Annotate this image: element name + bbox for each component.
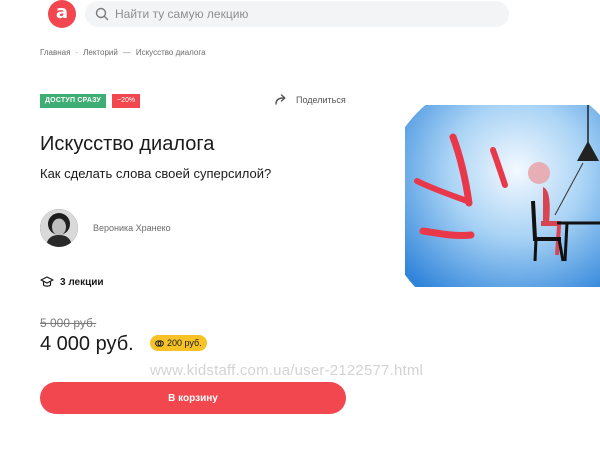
bonus-badge: 200 руб. (150, 335, 207, 351)
breadcrumb-separator: · (75, 48, 79, 57)
share-button[interactable]: Поделиться (275, 94, 346, 105)
access-badge: ДОСТУП СРАЗУ (40, 94, 106, 108)
breadcrumb-lectorium[interactable]: Лекторий (83, 48, 118, 57)
bonus-label: 200 руб. (167, 338, 202, 348)
discount-badge: −20% (112, 94, 141, 108)
search-bar[interactable] (85, 1, 509, 27)
course-illustration (405, 105, 600, 287)
add-to-cart-button[interactable]: В корзину (40, 382, 346, 414)
current-price: 4 000 руб. (40, 333, 134, 355)
share-icon (275, 94, 286, 105)
page-subtitle: Как сделать слова своей суперсилой? (40, 166, 272, 181)
author-photo (40, 209, 78, 247)
breadcrumb-current: Искусство диалога (135, 48, 206, 57)
graduation-cap-icon (40, 276, 54, 287)
lectures-count: 3 лекции (40, 276, 104, 288)
watermark: www.kidstaff.com.ua/user-2122577.html (150, 362, 424, 379)
breadcrumb-home[interactable]: Главная (40, 48, 70, 57)
avatar[interactable] (40, 209, 78, 247)
breadcrumb: Главная · Лекторий — Искусство диалога (40, 48, 206, 57)
logo[interactable]: a (48, 0, 76, 28)
logo-letter: a (55, 2, 69, 23)
author-block[interactable]: Вероника Хранеко (40, 209, 171, 247)
breadcrumb-separator: — (122, 48, 131, 57)
share-label: Поделиться (296, 94, 346, 105)
search-input[interactable] (115, 7, 495, 21)
search-icon (95, 7, 109, 21)
old-price: 5 000 руб. (40, 316, 97, 330)
author-name[interactable]: Вероника Хранеко (93, 223, 171, 233)
coin-icon (155, 339, 164, 347)
page-title: Искусство диалога (40, 133, 215, 155)
lectures-count-label: 3 лекции (60, 276, 104, 288)
